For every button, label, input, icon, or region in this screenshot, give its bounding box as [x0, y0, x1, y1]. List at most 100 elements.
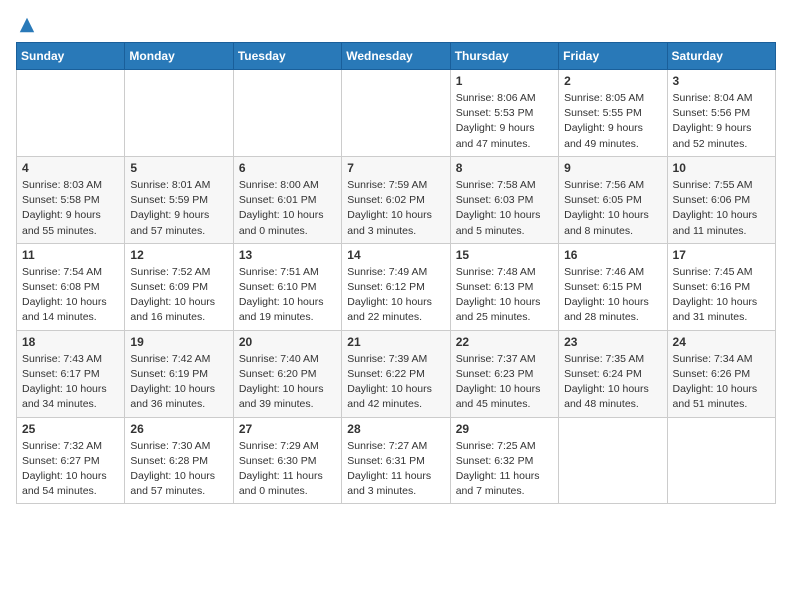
week-row-5: 25 Sunrise: 7:32 AMSunset: 6:27 PMDayligh…: [17, 417, 776, 504]
day-cell: 24Sunrise: 7:34 AMSunset: 6:26 PMDayligh…: [667, 330, 775, 417]
day-cell: 27 Sunrise: 7:29 AMSunset: 6:30 PMDayligh…: [233, 417, 341, 504]
day-info: Sunrise: 7:51 AMSunset: 6:10 PMDaylight:…: [239, 265, 336, 326]
day-cell: 23 Sunrise: 7:35 AMSunset: 6:24 PMDayligh…: [559, 330, 667, 417]
day-info: Sunrise: 7:30 AMSunset: 6:28 PMDaylight:…: [130, 439, 227, 500]
day-number: 27: [239, 422, 336, 436]
day-info: Sunrise: 7:52 AMSunset: 6:09 PMDaylight:…: [130, 265, 227, 326]
day-info: Sunrise: 7:37 AMSunset: 6:23 PMDaylight:…: [456, 352, 553, 413]
day-cell: 8 Sunrise: 7:58 AMSunset: 6:03 PMDaylight…: [450, 156, 558, 243]
day-cell: 12 Sunrise: 7:52 AMSunset: 6:09 PMDayligh…: [125, 243, 233, 330]
day-info: Sunrise: 7:56 AMSunset: 6:05 PMDaylight:…: [564, 178, 661, 239]
day-cell: 19Sunrise: 7:42 AMSunset: 6:19 PMDayligh…: [125, 330, 233, 417]
day-info: Sunrise: 8:01 AMSunset: 5:59 PMDaylight:…: [130, 178, 227, 239]
day-number: 25: [22, 422, 119, 436]
day-number: 8: [456, 161, 553, 175]
logo: [16, 16, 36, 30]
day-number: 5: [130, 161, 227, 175]
calendar-header-row: SundayMondayTuesdayWednesdayThursdayFrid…: [17, 43, 776, 70]
day-cell: 17 Sunrise: 7:45 AMSunset: 6:16 PMDayligh…: [667, 243, 775, 330]
day-number: 23: [564, 335, 661, 349]
header-saturday: Saturday: [667, 43, 775, 70]
day-cell: 2Sunrise: 8:05 AMSunset: 5:55 PMDaylight…: [559, 70, 667, 157]
day-info: Sunrise: 7:45 AMSunset: 6:16 PMDaylight:…: [673, 265, 770, 326]
day-cell: 5 Sunrise: 8:01 AMSunset: 5:59 PMDaylight…: [125, 156, 233, 243]
week-row-4: 18 Sunrise: 7:43 AMSunset: 6:17 PMDayligh…: [17, 330, 776, 417]
day-cell: 4 Sunrise: 8:03 AMSunset: 5:58 PMDaylight…: [17, 156, 125, 243]
day-number: 4: [22, 161, 119, 175]
day-info: Sunrise: 7:35 AMSunset: 6:24 PMDaylight:…: [564, 352, 661, 413]
day-cell: 21 Sunrise: 7:39 AMSunset: 6:22 PMDayligh…: [342, 330, 450, 417]
day-number: 21: [347, 335, 444, 349]
day-number: 13: [239, 248, 336, 262]
day-number: 19: [130, 335, 227, 349]
day-number: 17: [673, 248, 770, 262]
day-info: Sunrise: 8:06 AMSunset: 5:53 PMDaylight:…: [456, 91, 553, 152]
day-cell: 6 Sunrise: 8:00 AMSunset: 6:01 PMDaylight…: [233, 156, 341, 243]
header-thursday: Thursday: [450, 43, 558, 70]
day-info: Sunrise: 8:05 AMSunset: 5:55 PMDaylight:…: [564, 91, 661, 152]
header-sunday: Sunday: [17, 43, 125, 70]
day-cell: 15 Sunrise: 7:48 AMSunset: 6:13 PMDayligh…: [450, 243, 558, 330]
week-row-2: 4 Sunrise: 8:03 AMSunset: 5:58 PMDaylight…: [17, 156, 776, 243]
day-info: Sunrise: 7:34 AMSunset: 6:26 PMDaylight:…: [673, 352, 770, 413]
day-info: Sunrise: 7:49 AMSunset: 6:12 PMDaylight:…: [347, 265, 444, 326]
day-info: Sunrise: 7:59 AMSunset: 6:02 PMDaylight:…: [347, 178, 444, 239]
day-cell: [125, 70, 233, 157]
day-number: 10: [673, 161, 770, 175]
day-info: Sunrise: 7:46 AMSunset: 6:15 PMDaylight:…: [564, 265, 661, 326]
header-monday: Monday: [125, 43, 233, 70]
day-cell: 29 Sunrise: 7:25 AMSunset: 6:32 PMDayligh…: [450, 417, 558, 504]
header-friday: Friday: [559, 43, 667, 70]
day-info: Sunrise: 7:48 AMSunset: 6:13 PMDaylight:…: [456, 265, 553, 326]
day-info: Sunrise: 7:27 AMSunset: 6:31 PMDaylight:…: [347, 439, 444, 500]
day-cell: 14Sunrise: 7:49 AMSunset: 6:12 PMDayligh…: [342, 243, 450, 330]
day-info: Sunrise: 8:03 AMSunset: 5:58 PMDaylight:…: [22, 178, 119, 239]
day-cell: 20Sunrise: 7:40 AMSunset: 6:20 PMDayligh…: [233, 330, 341, 417]
day-info: Sunrise: 7:54 AMSunset: 6:08 PMDaylight:…: [22, 265, 119, 326]
day-cell: 1 Sunrise: 8:06 AMSunset: 5:53 PMDaylight…: [450, 70, 558, 157]
day-number: 20: [239, 335, 336, 349]
day-info: Sunrise: 7:32 AMSunset: 6:27 PMDaylight:…: [22, 439, 119, 500]
day-cell: 22 Sunrise: 7:37 AMSunset: 6:23 PMDayligh…: [450, 330, 558, 417]
day-number: 22: [456, 335, 553, 349]
day-info: Sunrise: 7:43 AMSunset: 6:17 PMDaylight:…: [22, 352, 119, 413]
day-cell: 28Sunrise: 7:27 AMSunset: 6:31 PMDayligh…: [342, 417, 450, 504]
day-cell: 13 Sunrise: 7:51 AMSunset: 6:10 PMDayligh…: [233, 243, 341, 330]
day-cell: 11 Sunrise: 7:54 AMSunset: 6:08 PMDayligh…: [17, 243, 125, 330]
day-info: Sunrise: 7:58 AMSunset: 6:03 PMDaylight:…: [456, 178, 553, 239]
day-number: 6: [239, 161, 336, 175]
day-info: Sunrise: 7:29 AMSunset: 6:30 PMDaylight:…: [239, 439, 336, 500]
day-cell: 9 Sunrise: 7:56 AMSunset: 6:05 PMDaylight…: [559, 156, 667, 243]
header-wednesday: Wednesday: [342, 43, 450, 70]
day-number: 15: [456, 248, 553, 262]
day-cell: [559, 417, 667, 504]
day-cell: [342, 70, 450, 157]
day-info: Sunrise: 8:00 AMSunset: 6:01 PMDaylight:…: [239, 178, 336, 239]
day-number: 3: [673, 74, 770, 88]
day-cell: 7 Sunrise: 7:59 AMSunset: 6:02 PMDaylight…: [342, 156, 450, 243]
day-cell: [17, 70, 125, 157]
day-info: Sunrise: 8:04 AMSunset: 5:56 PMDaylight:…: [673, 91, 770, 152]
day-info: Sunrise: 7:39 AMSunset: 6:22 PMDaylight:…: [347, 352, 444, 413]
day-cell: 10 Sunrise: 7:55 AMSunset: 6:06 PMDayligh…: [667, 156, 775, 243]
day-number: 7: [347, 161, 444, 175]
day-number: 9: [564, 161, 661, 175]
week-row-3: 11 Sunrise: 7:54 AMSunset: 6:08 PMDayligh…: [17, 243, 776, 330]
logo-icon: [18, 16, 36, 34]
day-info: Sunrise: 7:55 AMSunset: 6:06 PMDaylight:…: [673, 178, 770, 239]
day-number: 11: [22, 248, 119, 262]
day-number: 26: [130, 422, 227, 436]
day-number: 18: [22, 335, 119, 349]
day-number: 1: [456, 74, 553, 88]
day-number: 29: [456, 422, 553, 436]
day-cell: [667, 417, 775, 504]
calendar-table: SundayMondayTuesdayWednesdayThursdayFrid…: [16, 42, 776, 504]
day-cell: 16 Sunrise: 7:46 AMSunset: 6:15 PMDayligh…: [559, 243, 667, 330]
day-cell: 3 Sunrise: 8:04 AMSunset: 5:56 PMDaylight…: [667, 70, 775, 157]
day-number: 16: [564, 248, 661, 262]
day-info: Sunrise: 7:25 AMSunset: 6:32 PMDaylight:…: [456, 439, 553, 500]
day-cell: 25 Sunrise: 7:32 AMSunset: 6:27 PMDayligh…: [17, 417, 125, 504]
day-cell: 26 Sunrise: 7:30 AMSunset: 6:28 PMDayligh…: [125, 417, 233, 504]
day-number: 12: [130, 248, 227, 262]
week-row-1: 1 Sunrise: 8:06 AMSunset: 5:53 PMDaylight…: [17, 70, 776, 157]
